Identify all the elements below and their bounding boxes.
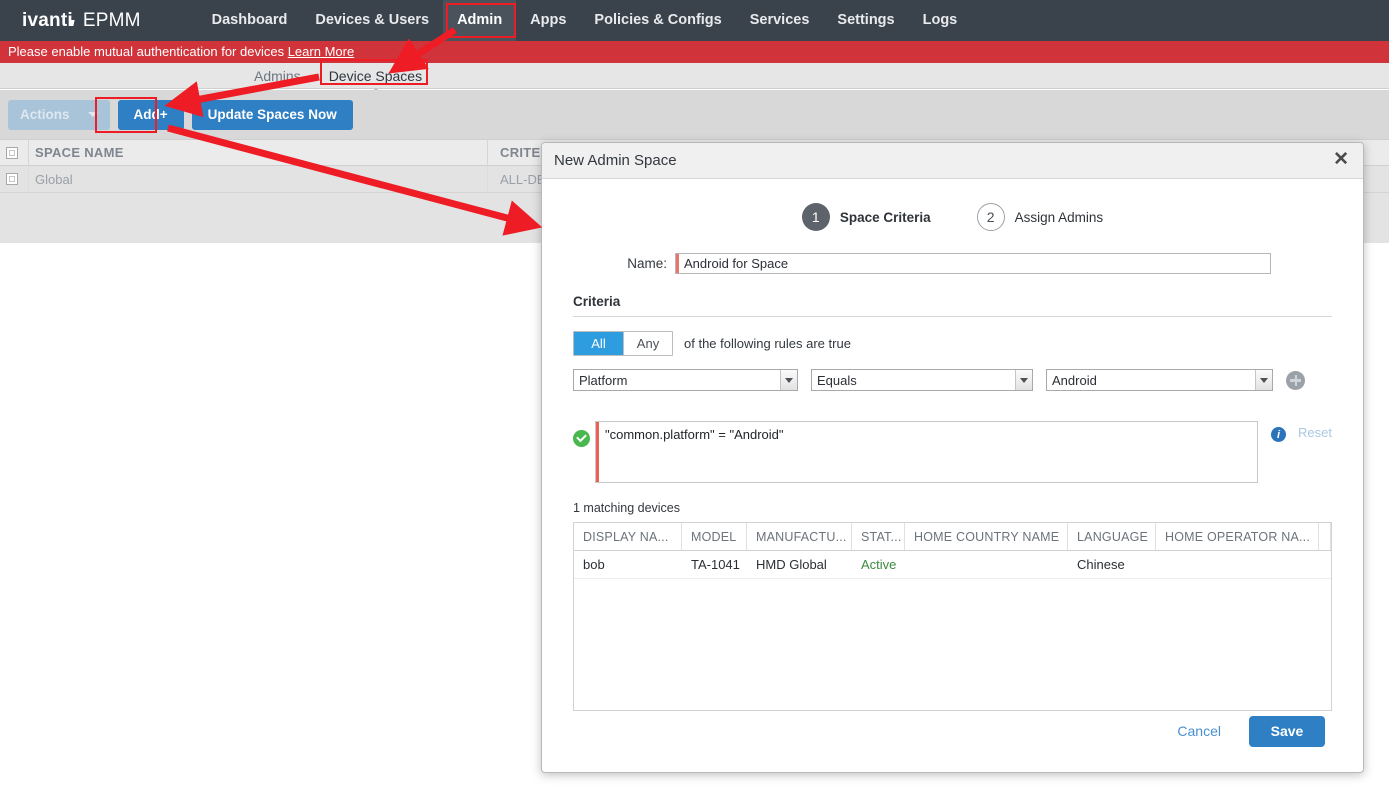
rule-operator-select[interactable]: Equals <box>811 369 1033 391</box>
save-button[interactable]: Save <box>1249 716 1325 747</box>
wizard-step-space-criteria[interactable]: 1 Space Criteria <box>802 203 931 231</box>
toggle-option-any[interactable]: Any <box>623 332 672 355</box>
toggle-option-all[interactable]: All <box>574 332 623 355</box>
actions-button[interactable]: Actions <box>8 100 110 130</box>
matching-devices-table: DISPLAY NA... MODEL MANUFACTU... STAT...… <box>573 522 1332 711</box>
step-number-1: 1 <box>802 203 830 231</box>
column-header-manufacturer[interactable]: MANUFACTU... <box>747 523 852 550</box>
step-label-assign-admins: Assign Admins <box>1015 210 1104 225</box>
chevron-down-icon <box>1015 370 1032 390</box>
cell-home-operator-name <box>1156 551 1319 578</box>
chevron-down-icon <box>88 112 98 117</box>
cell-space-name: Global <box>29 172 487 187</box>
modal-title: New Admin Space <box>554 152 677 169</box>
add-rule-icon[interactable] <box>1286 371 1305 390</box>
rule-value-value: Android <box>1052 373 1097 388</box>
column-header-language[interactable]: LANGUAGE <box>1068 523 1156 550</box>
criteria-section-title: Criteria <box>573 294 1332 309</box>
nav-item-logs[interactable]: Logs <box>909 0 972 41</box>
column-header-space-name[interactable]: SPACE NAME <box>29 145 487 160</box>
name-field-row: Name: <box>542 253 1363 274</box>
cell-language: Chinese <box>1068 551 1156 578</box>
cell-home-country-name <box>905 551 1068 578</box>
tab-device-spaces[interactable]: Device Spaces <box>315 63 436 89</box>
cell-display-name: bob <box>574 551 682 578</box>
rule-value-select[interactable]: Android <box>1046 369 1273 391</box>
column-header-home-operator-name[interactable]: HOME OPERATOR NA... <box>1156 523 1319 550</box>
column-header-status[interactable]: STAT... <box>852 523 905 550</box>
cancel-button[interactable]: Cancel <box>1177 723 1221 739</box>
match-type-row: All Any of the following rules are true <box>573 331 1332 356</box>
table-row[interactable]: bob TA-1041 HMD Global Active Chinese <box>574 551 1331 579</box>
column-header-home-country-name[interactable]: HOME COUNTRY NAME <box>905 523 1068 550</box>
row-checkbox[interactable] <box>6 173 18 185</box>
rule-field-select[interactable]: Platform <box>573 369 798 391</box>
expression-text: "common.platform" = "Android" <box>599 422 784 482</box>
nav-item-apps[interactable]: Apps <box>516 0 580 41</box>
tab-admins[interactable]: Admins <box>240 63 315 89</box>
name-input-wrapper[interactable] <box>675 253 1271 274</box>
brand-mark-icon <box>69 20 74 26</box>
column-header-model[interactable]: MODEL <box>682 523 747 550</box>
check-circle-icon <box>573 430 590 447</box>
close-icon[interactable]: ✕ <box>1331 148 1351 173</box>
add-button[interactable]: Add+ <box>118 100 184 130</box>
cell-model: TA-1041 <box>682 551 747 578</box>
app-root: ivanti EPMM Dashboard Devices & Users Ad… <box>0 0 1389 788</box>
brand-name-secondary: EPMM <box>83 10 141 32</box>
step-label-space-criteria: Space Criteria <box>840 210 931 225</box>
wizard-step-assign-admins[interactable]: 2 Assign Admins <box>977 203 1104 231</box>
name-label: Name: <box>573 256 667 271</box>
chevron-down-icon <box>780 370 797 390</box>
reset-link[interactable]: Reset <box>1298 425 1332 440</box>
step-number-2: 2 <box>977 203 1005 231</box>
criteria-rule-row: Platform Equals Android <box>573 369 1332 391</box>
criteria-section: Criteria All Any of the following rules … <box>573 294 1332 483</box>
cell-status: Active <box>852 551 905 578</box>
chevron-down-icon <box>1255 370 1272 390</box>
nav-links: Dashboard Devices & Users Admin Apps Pol… <box>198 0 972 41</box>
alert-banner: Please enable mutual authentication for … <box>0 41 1389 63</box>
top-navigation-bar: ivanti EPMM Dashboard Devices & Users Ad… <box>0 0 1389 41</box>
update-spaces-now-button[interactable]: Update Spaces Now <box>192 100 353 130</box>
column-header-spacer <box>1319 523 1331 550</box>
brand-name-primary: ivanti <box>22 10 73 32</box>
actions-button-label: Actions <box>20 107 70 122</box>
rules-description: of the following rules are true <box>684 336 851 351</box>
new-admin-space-modal: New Admin Space ✕ 1 Space Criteria 2 Ass… <box>541 142 1364 773</box>
matching-devices-count: 1 matching devices <box>573 501 1363 515</box>
app-logo: ivanti EPMM <box>22 10 141 32</box>
cell-manufacturer: HMD Global <box>747 551 852 578</box>
alert-banner-message: Please enable mutual authentication for … <box>8 44 284 59</box>
rule-operator-value: Equals <box>817 373 857 388</box>
name-input[interactable] <box>679 254 1270 273</box>
wizard-steps: 1 Space Criteria 2 Assign Admins <box>542 203 1363 231</box>
cell-spacer <box>1319 551 1331 578</box>
nav-item-policies-configs[interactable]: Policies & Configs <box>580 0 735 41</box>
nav-item-settings[interactable]: Settings <box>823 0 908 41</box>
match-type-toggle: All Any <box>573 331 673 356</box>
modal-footer: Cancel Save <box>542 690 1363 772</box>
rule-field-value: Platform <box>579 373 627 388</box>
info-icon[interactable]: i <box>1271 427 1286 442</box>
learn-more-link[interactable]: Learn More <box>288 44 354 59</box>
nav-item-admin[interactable]: Admin <box>443 0 516 41</box>
nav-item-dashboard[interactable]: Dashboard <box>198 0 302 41</box>
matching-devices-table-header: DISPLAY NA... MODEL MANUFACTU... STAT...… <box>574 523 1331 551</box>
expression-row: "common.platform" = "Android" i Reset <box>573 421 1332 483</box>
sub-tab-bar: Admins Device Spaces <box>0 63 1389 89</box>
select-all-checkbox[interactable] <box>6 147 18 159</box>
column-header-display-name[interactable]: DISPLAY NA... <box>574 523 682 550</box>
nav-item-devices-users[interactable]: Devices & Users <box>301 0 443 41</box>
toolbar: Actions Add+ Update Spaces Now <box>0 90 1389 139</box>
divider <box>573 316 1332 317</box>
expression-box[interactable]: "common.platform" = "Android" <box>595 421 1258 483</box>
modal-header: New Admin Space ✕ <box>542 143 1363 179</box>
nav-item-services[interactable]: Services <box>736 0 824 41</box>
